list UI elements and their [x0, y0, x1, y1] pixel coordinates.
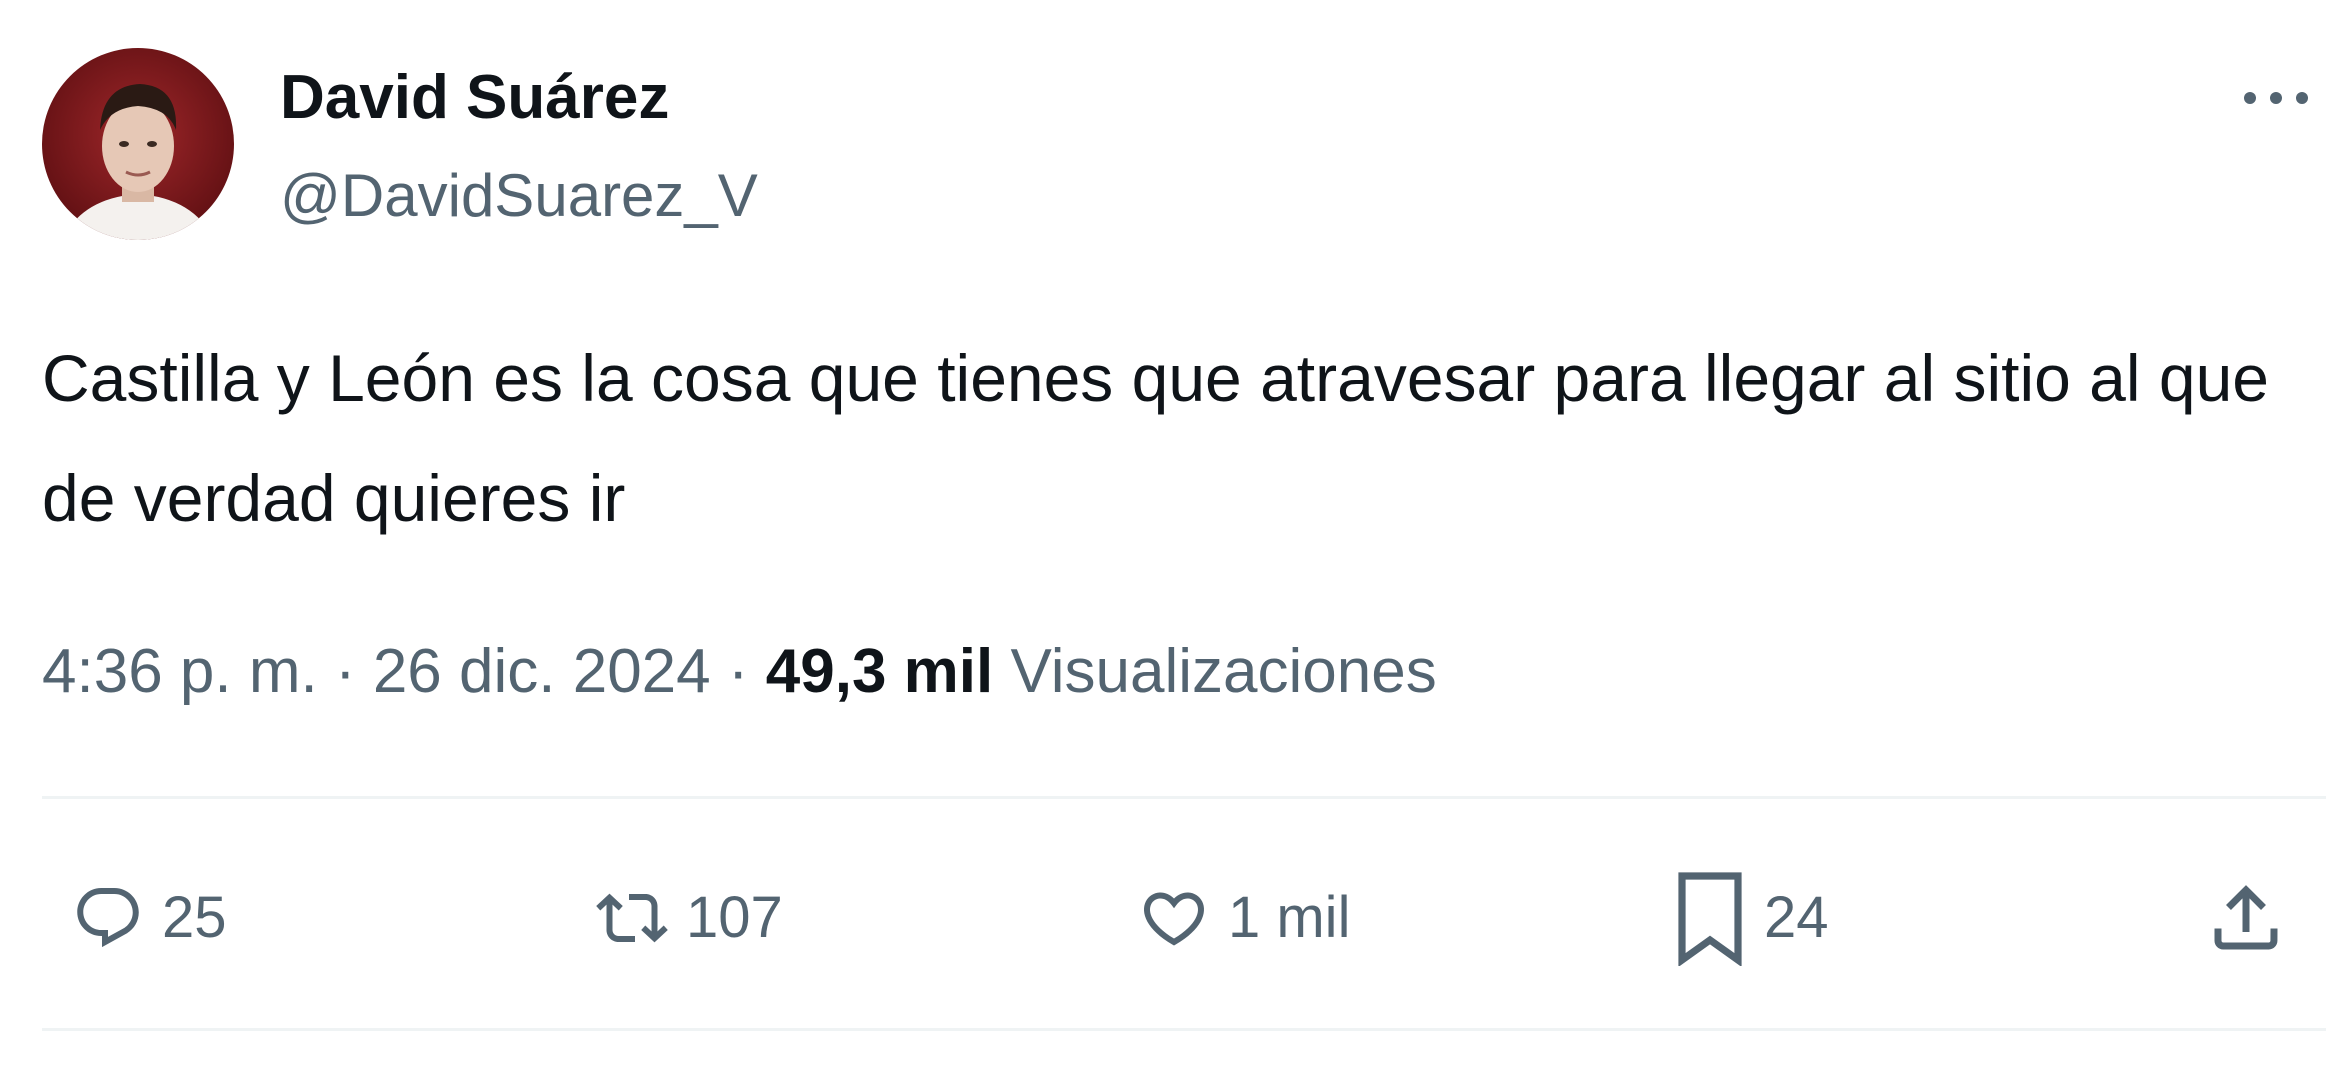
views-label: Visualizaciones	[1010, 637, 1437, 706]
avatar[interactable]	[42, 48, 234, 240]
heart-icon	[1143, 892, 1205, 946]
author-block: David Suárez @DavidSuarez_V	[280, 56, 758, 238]
bookmark-icon	[1678, 872, 1742, 966]
tweet-time[interactable]: 4:36 p. m.	[42, 637, 318, 706]
tweet-date[interactable]: 26 dic. 2024	[373, 637, 711, 706]
views-count: 49,3 mil	[765, 637, 994, 706]
reply-button[interactable]: 25	[72, 870, 227, 966]
tweet-meta: 4:36 p. m. · 26 dic. 2024 · 49,3 mil Vis…	[42, 630, 1437, 714]
more-horizontal-icon	[2244, 92, 2308, 104]
profile-photo-icon	[42, 48, 234, 240]
divider-bottom	[42, 1028, 2326, 1031]
retweet-count: 107	[686, 885, 783, 950]
retweet-button[interactable]: 107	[596, 870, 783, 966]
action-bar: 25 107 1 mil 24	[0, 870, 2350, 966]
share-icon	[2214, 885, 2278, 950]
meta-separator: ·	[334, 637, 356, 706]
reply-icon	[77, 888, 139, 948]
bookmark-button[interactable]: 24	[1674, 870, 1829, 966]
meta-separator-2: ·	[727, 637, 749, 706]
share-button[interactable]	[2204, 870, 2288, 966]
bookmark-count: 24	[1764, 885, 1829, 950]
reply-count: 25	[162, 885, 227, 950]
tweet-card: David Suárez @DavidSuarez_V Castilla y L…	[0, 0, 2350, 1078]
like-button[interactable]: 1 mil	[1138, 870, 1350, 966]
divider-top	[42, 796, 2326, 799]
handle[interactable]: @DavidSuarez_V	[280, 154, 758, 238]
display-name[interactable]: David Suárez	[280, 56, 758, 140]
retweet-icon	[596, 893, 668, 943]
like-count: 1 mil	[1228, 885, 1351, 950]
tweet-text: Castilla y León es la cosa que tienes qu…	[42, 341, 2269, 535]
more-button[interactable]	[2236, 70, 2316, 126]
